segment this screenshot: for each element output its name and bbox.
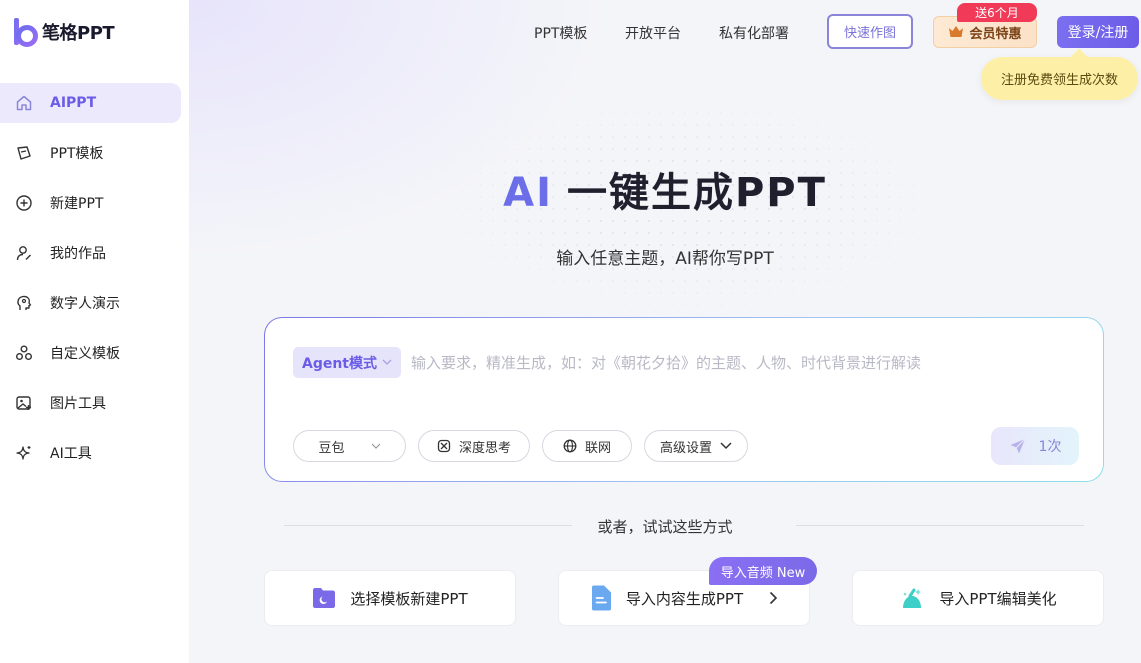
sidebar-item-digital-human[interactable]: 数字人演示 — [0, 283, 181, 323]
model-label: 豆包 — [318, 440, 345, 456]
sidebar-item-label: 我的作品 — [50, 246, 106, 262]
option-import-ppt-beautify[interactable]: 导入PPT编辑美化 — [852, 570, 1104, 626]
topnav-private-deploy[interactable]: 私有化部署 — [719, 23, 789, 43]
web-search-toggle[interactable]: 联网 — [542, 430, 632, 462]
page-subtitle: 输入任意主题，AI帮你写PPT — [556, 249, 774, 269]
register-tip-tooltip: 注册免费领生成次数 — [981, 57, 1138, 100]
option-new-from-template[interactable]: 选择模板新建PPT — [264, 570, 516, 626]
send-count: 1次 — [1038, 439, 1062, 455]
beautify-magic-icon — [899, 586, 925, 610]
home-icon — [14, 93, 34, 113]
sidebar-item-label: 新建PPT — [50, 196, 104, 212]
register-tip-text: 注册免费领生成次数 — [1000, 73, 1118, 88]
user-edit-icon — [14, 243, 34, 263]
deep-think-toggle[interactable]: 深度思考 — [418, 430, 530, 462]
deep-think-label: 深度思考 — [458, 440, 511, 456]
page-title: AI 一键生成PPT — [189, 160, 1141, 218]
sidebar: 笔格PPT AIPPT PPT模板 新建PPT 我的作品 数字人演示 自定义模板… — [0, 0, 189, 663]
brand-name: 笔格PPT — [42, 23, 115, 44]
topnav-ppt-template[interactable]: PPT模板 — [534, 23, 587, 43]
prompt-input[interactable] — [411, 347, 1081, 378]
sidebar-item-ppt-template[interactable]: PPT模板 — [0, 133, 181, 173]
sidebar-nav: AIPPT PPT模板 新建PPT 我的作品 数字人演示 自定义模板 图片工具 … — [0, 83, 189, 483]
quick-draw-label: 快速作图 — [843, 26, 896, 41]
alternative-methods-heading: 或者，试试这些方式 — [597, 518, 733, 536]
vip-badge-text: 送6个月 — [975, 6, 1019, 20]
vip-badge: 送6个月 — [957, 3, 1037, 22]
sidebar-item-custom-template[interactable]: 自定义模板 — [0, 333, 181, 373]
chevron-down-icon — [720, 442, 732, 450]
topnav-open-platform[interactable]: 开放平台 — [625, 23, 681, 43]
send-button[interactable]: 1次 — [991, 427, 1079, 465]
crown-icon — [948, 25, 964, 39]
sidebar-item-label: AIPPT — [50, 95, 97, 111]
chevron-right-icon — [769, 591, 778, 605]
sparkle-icon — [14, 443, 34, 463]
main-area: PPT模板 开放平台 私有化部署 快速作图 会员特惠 送6个月 登录/注册 注册… — [189, 0, 1141, 663]
sidebar-item-label: 自定义模板 — [50, 346, 120, 362]
login-register-button[interactable]: 登录/注册 — [1057, 16, 1139, 48]
chevron-down-icon — [371, 443, 381, 450]
folder-template-icon — [312, 587, 336, 609]
vip-offer-label: 会员特惠 — [969, 26, 1022, 42]
agent-mode-label: Agent模式 — [301, 355, 377, 372]
sidebar-item-aippt[interactable]: AIPPT — [0, 83, 181, 123]
sidebar-item-label: AI工具 — [50, 446, 92, 462]
globe-icon — [563, 439, 577, 453]
logo[interactable]: 笔格PPT — [12, 16, 115, 48]
prompt-card: Agent模式 豆包 深度思考 联网 高级设置 — [264, 317, 1104, 482]
sidebar-item-label: 数字人演示 — [50, 296, 120, 312]
title-rest: 一键生成PPT — [566, 170, 827, 216]
plus-circle-icon — [14, 193, 34, 213]
option-label: 导入PPT编辑美化 — [939, 589, 1057, 608]
deep-think-icon — [437, 439, 451, 453]
sidebar-item-label: PPT模板 — [50, 146, 104, 162]
new-badge-text: 导入音频 New — [720, 565, 806, 581]
advanced-settings-label: 高级设置 — [659, 440, 712, 456]
custom-template-icon — [14, 343, 34, 363]
advanced-settings-dropdown[interactable]: 高级设置 — [644, 430, 748, 462]
document-import-icon — [590, 585, 612, 611]
model-select[interactable]: 豆包 — [293, 430, 406, 462]
brand-logo-icon — [12, 16, 40, 48]
sidebar-item-my-works[interactable]: 我的作品 — [0, 233, 181, 273]
import-audio-new-badge[interactable]: 导入音频 New — [709, 557, 817, 585]
chevron-down-icon — [382, 359, 392, 366]
login-register-label: 登录/注册 — [1067, 25, 1129, 41]
sidebar-item-ai-tool[interactable]: AI工具 — [0, 433, 181, 473]
send-icon — [1009, 437, 1027, 455]
option-label: 导入内容生成PPT — [625, 589, 744, 608]
quick-draw-button[interactable]: 快速作图 — [827, 14, 913, 49]
template-icon — [14, 143, 34, 163]
agent-mode-dropdown[interactable]: Agent模式 — [293, 347, 401, 378]
option-label: 选择模板新建PPT — [350, 589, 468, 608]
title-ai: AI — [503, 170, 553, 216]
web-search-label: 联网 — [584, 440, 611, 456]
sidebar-item-label: 图片工具 — [50, 396, 106, 412]
image-tool-icon — [14, 393, 34, 413]
sidebar-item-image-tool[interactable]: 图片工具 — [0, 383, 181, 423]
sidebar-item-new-ppt[interactable]: 新建PPT — [0, 183, 181, 223]
digital-human-icon — [14, 293, 34, 313]
